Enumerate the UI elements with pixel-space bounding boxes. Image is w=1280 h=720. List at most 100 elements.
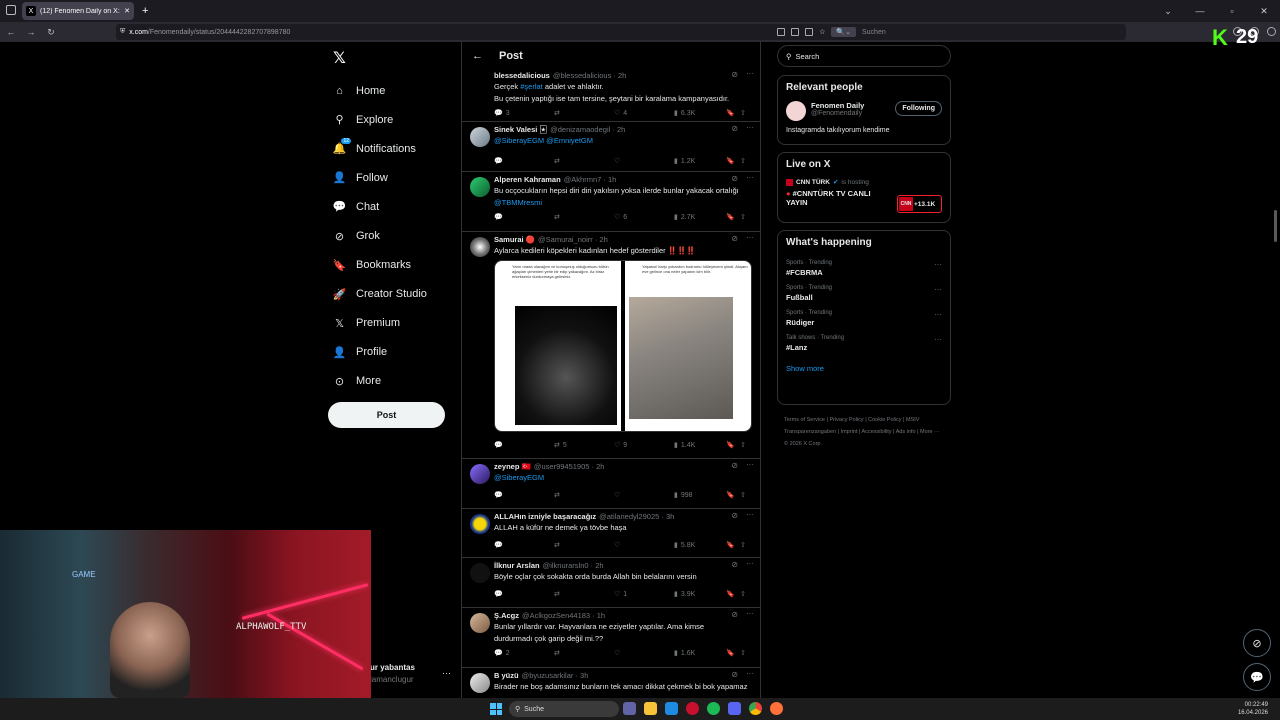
grok-icon[interactable]: ⊘ bbox=[731, 234, 738, 243]
forward-arrow-icon[interactable]: → bbox=[22, 27, 40, 37]
tweet-author[interactable]: blessedalicious bbox=[494, 71, 550, 80]
nav-premium[interactable]: 𝕏 Premium bbox=[333, 309, 427, 338]
tweet-author[interactable]: Ş.Acgz bbox=[494, 611, 519, 620]
spotify-icon[interactable] bbox=[707, 702, 720, 715]
discord-icon[interactable] bbox=[728, 702, 741, 715]
tweet-media[interactable]: Yarın orada olacağım ve konuşmuş olduğum… bbox=[494, 260, 752, 432]
bookmark-star-icon[interactable]: ☆ bbox=[819, 28, 825, 36]
reply-tweet[interactable]: Sinek Valesi 🃏 @denizamaodegil · 2h ⊘ ··· … bbox=[462, 122, 760, 172]
bookmark-icon[interactable]: 🔖 bbox=[726, 541, 740, 549]
avatar[interactable] bbox=[470, 127, 490, 147]
tab-close-icon[interactable]: ✕ bbox=[124, 7, 130, 15]
tweet-more-icon[interactable]: ··· bbox=[746, 460, 754, 469]
nav-profile[interactable]: 👤 Profile bbox=[333, 338, 427, 367]
grok-icon[interactable]: ⊘ bbox=[731, 560, 738, 569]
repost-icon[interactable]: ⇄ bbox=[554, 491, 614, 499]
reply-icon[interactable]: 💬 bbox=[494, 157, 554, 165]
minimize-icon[interactable]: — bbox=[1184, 0, 1216, 22]
trend-item[interactable]: Sports · Trending Fußball ··· bbox=[786, 285, 942, 302]
tweet-author[interactable]: Alperen Kahraman bbox=[494, 175, 561, 184]
reply-icon[interactable]: 💬 bbox=[494, 541, 554, 549]
reply-icon[interactable]: 💬 bbox=[494, 590, 554, 598]
avatar[interactable] bbox=[786, 101, 806, 121]
live-host[interactable]: CNN TÜRK ✔ is hosting bbox=[786, 178, 942, 186]
menu-icon[interactable] bbox=[1267, 27, 1276, 36]
views-icon[interactable]: ▮ 998 bbox=[674, 491, 726, 500]
share-icon[interactable]: ⇧ bbox=[740, 590, 746, 598]
avatar[interactable] bbox=[470, 613, 490, 633]
tweet-author[interactable]: Sinek Valesi 🃏 bbox=[494, 125, 547, 134]
folder-icon[interactable] bbox=[644, 702, 657, 715]
tab-list-icon[interactable]: ⌄ bbox=[1152, 0, 1184, 22]
tweet-author[interactable]: ALLAHın izniyle başaracağız bbox=[494, 512, 596, 521]
person-name[interactable]: Fenomen Daily bbox=[811, 101, 864, 110]
like-icon[interactable]: ♡ bbox=[614, 157, 674, 165]
nav-bookmarks[interactable]: 🔖 Bookmarks bbox=[333, 251, 427, 280]
bookmark-icon[interactable]: 🔖 bbox=[726, 213, 740, 221]
avatar[interactable] bbox=[470, 237, 490, 257]
start-icon[interactable] bbox=[490, 703, 502, 715]
firefox-icon[interactable] bbox=[770, 702, 783, 715]
repost-icon[interactable]: ⇄ bbox=[554, 590, 614, 598]
repost-icon[interactable]: ⇄ bbox=[554, 109, 614, 117]
like-icon[interactable]: ♡ bbox=[614, 649, 674, 657]
reply-icon[interactable]: 💬 bbox=[494, 213, 554, 221]
like-icon[interactable]: ♡ 9 bbox=[614, 441, 674, 450]
views-icon[interactable]: ▮ 6.3K bbox=[674, 109, 726, 118]
new-tab-icon[interactable]: + bbox=[142, 5, 148, 17]
reply-tweet[interactable]: ALLAHın izniyle başaracağız @atilanedyl29… bbox=[462, 509, 760, 558]
views-icon[interactable]: ▮ 1.6K bbox=[674, 649, 726, 658]
nav-notifications[interactable]: 🔔 12 Notifications bbox=[333, 134, 427, 163]
repost-icon[interactable]: ⇄ bbox=[554, 157, 614, 165]
post-button[interactable]: Post bbox=[328, 402, 445, 428]
reply-tweet[interactable]: Alperen Kahraman @Akhrmn7 · 1h ⊘ ··· Bu oc… bbox=[462, 172, 760, 232]
back-arrow-icon[interactable]: ← bbox=[472, 50, 483, 62]
mention-link[interactable]: @SiberayEGM bbox=[494, 473, 544, 482]
views-icon[interactable]: ▮ 5.8K bbox=[674, 541, 726, 550]
tweet-more-icon[interactable]: ··· bbox=[746, 69, 754, 78]
tweet-more-icon[interactable]: ··· bbox=[746, 123, 754, 132]
opera-icon[interactable] bbox=[686, 702, 699, 715]
following-button[interactable]: Following bbox=[895, 101, 942, 116]
tweet-more-icon[interactable]: ··· bbox=[746, 559, 754, 568]
tweet-more-icon[interactable]: ··· bbox=[746, 233, 754, 242]
like-icon[interactable]: ♡ 6 bbox=[614, 213, 674, 222]
mention-link[interactable]: @TBMMresmi bbox=[494, 198, 542, 207]
reader-view-icon[interactable] bbox=[777, 28, 786, 36]
browser-search-input[interactable]: Suchen bbox=[862, 29, 1122, 36]
teams-icon[interactable] bbox=[623, 702, 636, 715]
trend-more-icon[interactable]: ··· bbox=[934, 285, 942, 294]
tweet-author[interactable]: Samurai 🔴 bbox=[494, 235, 535, 244]
x-logo-icon[interactable]: 𝕏 bbox=[333, 48, 346, 68]
tweet-more-icon[interactable]: ··· bbox=[746, 173, 754, 182]
reply-icon[interactable]: 💬 3 bbox=[494, 109, 554, 118]
back-arrow-icon[interactable]: ← bbox=[2, 27, 20, 37]
reply-icon[interactable]: 💬 bbox=[494, 491, 554, 499]
nav-grok[interactable]: ⊘ Grok bbox=[333, 221, 427, 250]
repost-icon[interactable]: ⇄ bbox=[554, 213, 614, 221]
share-icon[interactable]: ⇧ bbox=[740, 441, 746, 449]
trend-item[interactable]: Sports · Trending #FCBRMA ··· bbox=[786, 260, 942, 277]
taskbar-clock[interactable]: 00:22:49 16.04.2026 bbox=[1238, 701, 1268, 717]
views-icon[interactable]: ▮ 3.9K bbox=[674, 590, 726, 599]
share-icon[interactable]: ⇧ bbox=[740, 491, 746, 499]
share-icon[interactable]: ⇧ bbox=[740, 109, 746, 117]
like-icon[interactable]: ♡ bbox=[614, 491, 674, 499]
share-icon[interactable]: ⇧ bbox=[740, 541, 746, 549]
reply-icon[interactable]: 💬 bbox=[494, 441, 554, 449]
account-switcher[interactable]: ur yabantas lamanclugur bbox=[370, 663, 415, 684]
live-stream-thumbnail[interactable]: CNN +13.1K bbox=[897, 195, 942, 213]
share-icon[interactable]: ⇧ bbox=[740, 157, 746, 165]
avatar[interactable] bbox=[470, 563, 490, 583]
views-icon[interactable]: ▮ 1.2K bbox=[674, 157, 726, 166]
url-bar[interactable]: ⛨ x.com/Fenomendaily/status/204444228270… bbox=[116, 24, 1126, 40]
scrollbar-thumb[interactable] bbox=[1274, 210, 1277, 242]
bookmark-icon[interactable]: 🔖 bbox=[726, 649, 740, 657]
nav-follow[interactable]: 👤 Follow bbox=[333, 163, 427, 192]
grok-icon[interactable]: ⊘ bbox=[731, 670, 738, 679]
bookmark-icon[interactable]: 🔖 bbox=[726, 590, 740, 598]
grok-icon[interactable]: ⊘ bbox=[731, 610, 738, 619]
reload-icon[interactable]: ↻ bbox=[42, 27, 60, 38]
reply-tweet[interactable]: zeynep 🇹🇷 @user99451905 · 2h ⊘ ··· @Sibera… bbox=[462, 459, 760, 509]
tweet-more-icon[interactable]: ··· bbox=[746, 510, 754, 519]
